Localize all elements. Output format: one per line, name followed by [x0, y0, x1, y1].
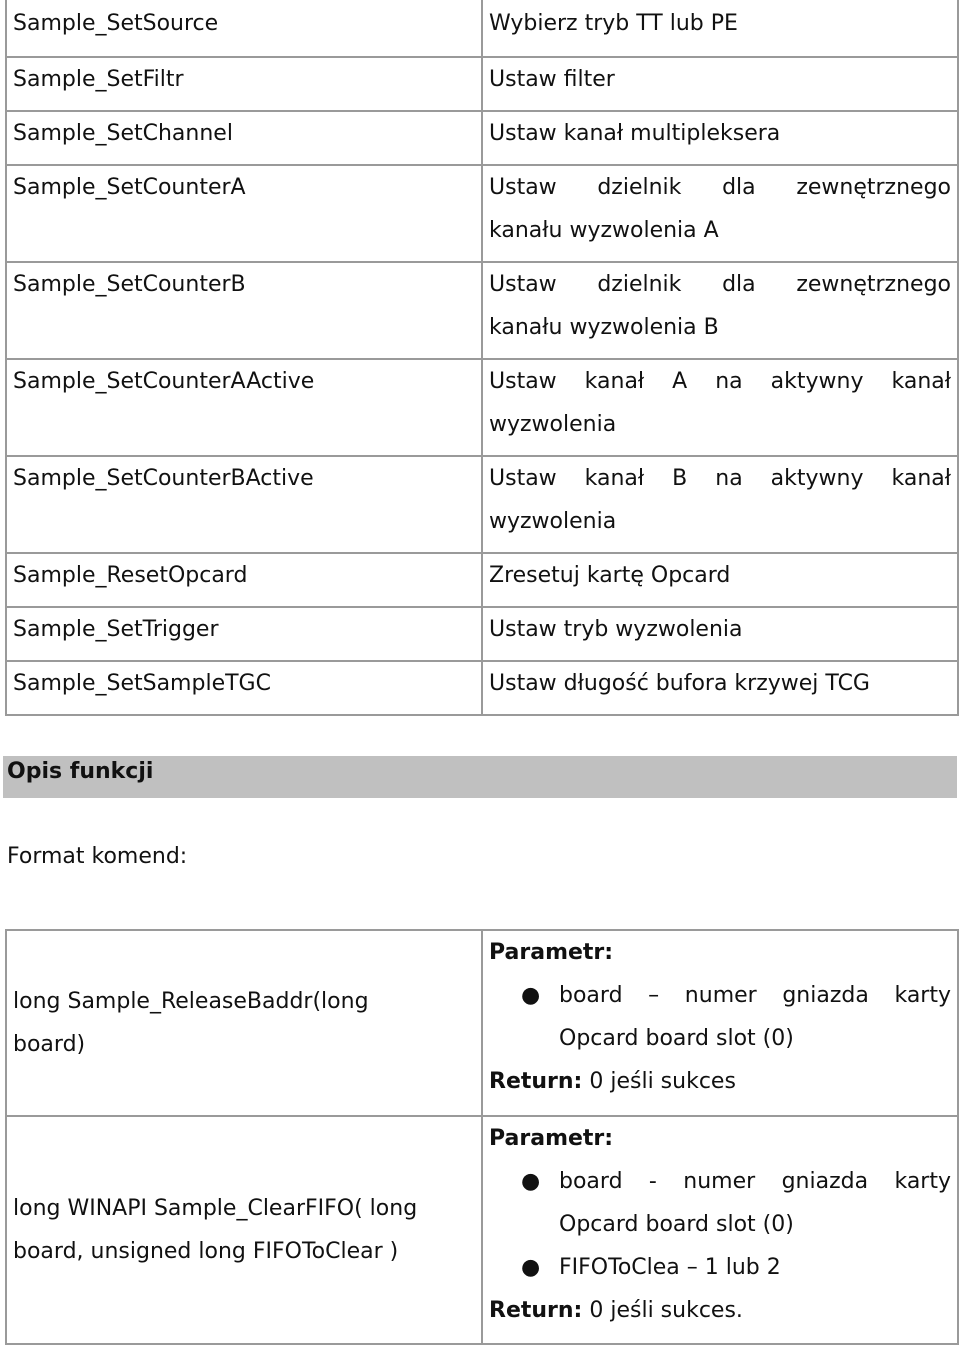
function-row: Sample_SetChannel Ustaw kanał multiplekse… — [5, 110, 959, 166]
return-label: Return: — [489, 1298, 583, 1323]
param-item: ● board - numer gniazda karty Opcard boa… — [521, 1160, 951, 1246]
function-name: Sample_ResetOpcard — [5, 552, 483, 608]
function-description: Ustaw dzielnik dla zewnętrznego kanału wy… — [481, 261, 959, 360]
signature-line: long Sample_ReleaseBaddr(long — [13, 989, 369, 1014]
function-list-table: Sample_SetSource Wybierz tryb TT lub PE Sa… — [5, 0, 959, 716]
command-details: Parametr: ● board - numer gniazda karty … — [481, 1115, 959, 1345]
function-description: Ustaw dzielnik dla zewnętrznego kanału wy… — [481, 164, 959, 263]
description-line: Zresetuj kartę Opcard — [489, 563, 731, 588]
function-name: Sample_SetCounterBActive — [5, 455, 483, 554]
param-text: FIFOToClea – 1 lub 2 — [559, 1255, 781, 1280]
function-row: Sample_SetSource Wybierz tryb TT lub PE — [5, 0, 959, 58]
param-list: ● board – numer gniazda karty Opcard boa… — [489, 974, 951, 1060]
description-line: wyzwolenia — [489, 509, 617, 534]
function-row: Sample_SetSampleTGC Ustaw długość bufora … — [5, 660, 959, 716]
param-text: Opcard board slot (0) — [559, 1212, 794, 1237]
function-name: Sample_SetSampleTGC — [5, 660, 483, 716]
function-name: Sample_SetSource — [5, 0, 483, 58]
description-line: Wybierz tryb TT lub PE — [489, 11, 738, 36]
command-row: long WINAPI Sample_ClearFIFO( long board… — [5, 1115, 959, 1345]
bullet-icon: ● — [521, 983, 541, 1008]
function-description: Ustaw tryb wyzwolenia — [481, 606, 959, 662]
function-name: Sample_SetChannel — [5, 110, 483, 166]
section-title: Opis funkcji — [7, 759, 154, 784]
bullet-icon: ● — [521, 1169, 541, 1194]
return-info: Return: 0 jeśli sukces. — [489, 1289, 951, 1332]
param-item: ● board – numer gniazda karty Opcard boa… — [521, 974, 951, 1060]
function-name: Sample_SetCounterA — [5, 164, 483, 263]
function-description: Ustaw kanał multipleksera — [481, 110, 959, 166]
signature-line: board, unsigned long FIFOToClear ) — [13, 1239, 399, 1264]
description-line: Ustaw kanał A na aktywny kanał — [489, 369, 951, 394]
function-name: Sample_SetTrigger — [5, 606, 483, 662]
param-text: Opcard board slot (0) — [559, 1026, 794, 1051]
function-row: Sample_SetFiltr Ustaw filter — [5, 56, 959, 112]
function-row: Sample_SetCounterA Ustaw dzielnik dla zew… — [5, 164, 959, 263]
description-line: kanału wyzwolenia A — [489, 218, 719, 243]
signature-line: board) — [13, 1032, 86, 1057]
bullet-icon: ● — [521, 1255, 541, 1280]
signature-line: long WINAPI Sample_ClearFIFO( long — [13, 1196, 418, 1221]
param-list: ● board - numer gniazda karty Opcard boa… — [489, 1160, 951, 1289]
function-name: Sample_SetCounterAActive — [5, 358, 483, 457]
function-description: Zresetuj kartę Opcard — [481, 552, 959, 608]
function-description: Ustaw długość bufora krzywej TCG — [481, 660, 959, 716]
function-description: Ustaw kanał A na aktywny kanał wyzwolenia — [481, 358, 959, 457]
param-item: ● FIFOToClea – 1 lub 2 — [521, 1246, 951, 1289]
return-value: 0 jeśli sukces. — [582, 1298, 743, 1323]
description-line: kanału wyzwolenia B — [489, 315, 719, 340]
return-label: Return: — [489, 1069, 583, 1094]
function-row: Sample_SetCounterB Ustaw dzielnik dla zew… — [5, 261, 959, 360]
description-line: wyzwolenia — [489, 412, 617, 437]
description-line: Ustaw kanał multipleksera — [489, 121, 781, 146]
function-description: Ustaw filter — [481, 56, 959, 112]
function-row: Sample_ResetOpcard Zresetuj kartę Opcard — [5, 552, 959, 608]
param-label: Parametr: — [489, 1126, 614, 1151]
param-label: Parametr: — [489, 940, 614, 965]
section-header: Opis funkcji — [3, 756, 957, 798]
description-line: Ustaw kanał B na aktywny kanał — [489, 466, 951, 491]
description-line: Ustaw dzielnik dla zewnętrznego — [489, 272, 951, 297]
return-info: Return: 0 jeśli sukces — [489, 1060, 951, 1103]
command-format-table: long Sample_ReleaseBaddr(long board) Par… — [5, 929, 959, 1345]
function-description: Ustaw kanał B na aktywny kanał wyzwolenia — [481, 455, 959, 554]
description-line: Ustaw dzielnik dla zewnętrznego — [489, 175, 951, 200]
description-line: Ustaw tryb wyzwolenia — [489, 617, 743, 642]
description-line: Ustaw długość bufora krzywej TCG — [489, 671, 870, 696]
function-description: Wybierz tryb TT lub PE — [481, 0, 959, 58]
param-text: board - numer gniazda karty — [559, 1169, 951, 1194]
format-label: Format komend: — [7, 844, 188, 869]
description-line: Ustaw filter — [489, 67, 615, 92]
param-text: board – numer gniazda karty — [559, 983, 951, 1008]
function-row: Sample_SetTrigger Ustaw tryb wyzwolenia — [5, 606, 959, 662]
command-signature: long Sample_ReleaseBaddr(long board) — [5, 929, 483, 1117]
function-name: Sample_SetFiltr — [5, 56, 483, 112]
function-row: Sample_SetCounterAActive Ustaw kanał A na… — [5, 358, 959, 457]
command-signature: long WINAPI Sample_ClearFIFO( long board… — [5, 1115, 483, 1345]
function-row: Sample_SetCounterBActive Ustaw kanał B na… — [5, 455, 959, 554]
return-value: 0 jeśli sukces — [582, 1069, 736, 1094]
command-row: long Sample_ReleaseBaddr(long board) Par… — [5, 929, 959, 1117]
function-name: Sample_SetCounterB — [5, 261, 483, 360]
command-details: Parametr: ● board – numer gniazda karty … — [481, 929, 959, 1117]
